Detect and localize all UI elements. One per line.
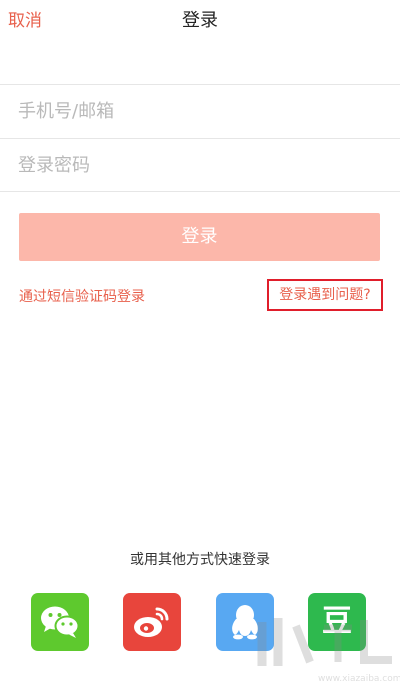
- qq-icon: [232, 605, 258, 640]
- douban-login-button[interactable]: 豆: [308, 593, 366, 651]
- navigation-bar: 取消 登录: [0, 0, 400, 44]
- weibo-icon: [134, 607, 169, 637]
- sms-login-link[interactable]: 通过短信验证码登录: [19, 286, 145, 306]
- login-form: [0, 84, 400, 192]
- wechat-icon: [41, 606, 80, 638]
- password-field-row: [0, 139, 400, 193]
- qq-login-button[interactable]: [216, 593, 274, 651]
- login-problem-link[interactable]: 登录遇到问题?: [267, 279, 383, 311]
- password-input[interactable]: [18, 139, 378, 192]
- phone-field-row: [0, 85, 400, 139]
- weibo-login-button[interactable]: [123, 593, 181, 651]
- wechat-login-button[interactable]: [31, 593, 89, 651]
- watermark-url: www.xiazaiba.com: [318, 674, 400, 684]
- douban-icon: 豆: [322, 604, 352, 639]
- login-button[interactable]: 登录: [19, 213, 380, 261]
- phone-email-input[interactable]: [18, 85, 378, 138]
- other-login-methods-label: 或用其他方式快速登录: [130, 552, 270, 568]
- page-title: 登录: [182, 10, 218, 31]
